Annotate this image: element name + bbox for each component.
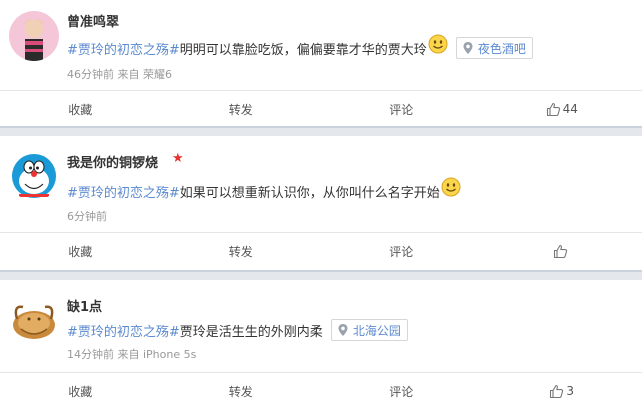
post-meta: 6分钟前 (67, 208, 107, 224)
avatar[interactable] (9, 11, 59, 61)
repost-button[interactable]: 转发 (161, 373, 322, 409)
location-tag[interactable]: 北海公园 (331, 319, 408, 341)
thumbs-up-icon (549, 384, 564, 399)
post-text: 明明可以靠脸吃饭，偏偏要靠才华的贾大玲 (180, 39, 427, 58)
favorite-button[interactable]: 收藏 (0, 373, 161, 409)
feed-separator (0, 126, 642, 136)
avatar[interactable] (9, 295, 59, 345)
topic-link[interactable]: #贾玲的初恋之殇# (67, 321, 180, 340)
location-pin-icon (336, 323, 350, 337)
avatar[interactable] (9, 151, 59, 201)
action-bar: 收藏 转发 评论 3 (0, 372, 642, 409)
location-label: 北海公园 (353, 322, 401, 339)
thumbs-up-icon (553, 244, 568, 259)
like-count: 3 (566, 384, 574, 398)
location-label: 夜色酒吧 (478, 40, 526, 57)
feed-post: 缺1点 #贾玲的初恋之殇# 贾玲是活生生的外刚内柔 北海公园 14分钟前 来自 … (0, 280, 642, 408)
username[interactable]: 缺1点 (67, 296, 102, 315)
location-pin-icon (461, 41, 475, 55)
post-content: #贾玲的初恋之殇# 如果可以想重新认识你，从你叫什么名字开始 (67, 181, 461, 201)
favorite-button[interactable]: 收藏 (0, 233, 161, 269)
like-button[interactable]: 44 (482, 91, 642, 127)
username[interactable]: 曾准鸣翠 (67, 11, 119, 30)
comment-button[interactable]: 评论 (321, 233, 482, 269)
topic-link[interactable]: #贾玲的初恋之殇# (67, 39, 180, 58)
favorite-button[interactable]: 收藏 (0, 91, 161, 127)
post-content: #贾玲的初恋之殇# 贾玲是活生生的外刚内柔 北海公园 (67, 319, 408, 341)
like-button[interactable] (482, 233, 642, 269)
comment-button[interactable]: 评论 (321, 373, 482, 409)
post-text: 如果可以想重新认识你，从你叫什么名字开始 (180, 182, 440, 201)
action-bar: 收藏 转发 评论 (0, 232, 642, 269)
comment-button[interactable]: 评论 (321, 91, 482, 127)
feed-separator (0, 270, 642, 280)
post-text: 贾玲是活生生的外刚内柔 (180, 321, 323, 340)
topic-link[interactable]: #贾玲的初恋之殇# (67, 182, 180, 201)
like-button[interactable]: 3 (482, 373, 642, 409)
like-count: 44 (563, 102, 578, 116)
star-icon: ★ (172, 151, 184, 166)
smiley-icon (428, 34, 448, 54)
username[interactable]: 我是你的铜锣烧 (67, 152, 158, 171)
thumbs-up-icon (546, 102, 561, 117)
feed-post: 曾准鸣翠 #贾玲的初恋之殇# 明明可以靠脸吃饭，偏偏要靠才华的贾大玲 夜色酒吧 … (0, 0, 642, 126)
feed-post: 我是你的铜锣烧 ★ #贾玲的初恋之殇# 如果可以想重新认识你，从你叫什么名字开始… (0, 136, 642, 270)
post-meta: 46分钟前 来自 荣耀6 (67, 66, 172, 82)
repost-button[interactable]: 转发 (161, 233, 322, 269)
smiley-icon (441, 177, 461, 197)
post-content: #贾玲的初恋之殇# 明明可以靠脸吃饭，偏偏要靠才华的贾大玲 夜色酒吧 (67, 37, 533, 59)
location-tag[interactable]: 夜色酒吧 (456, 37, 533, 59)
action-bar: 收藏 转发 评论 44 (0, 90, 642, 127)
post-meta: 14分钟前 来自 iPhone 5s (67, 346, 196, 362)
repost-button[interactable]: 转发 (161, 91, 322, 127)
